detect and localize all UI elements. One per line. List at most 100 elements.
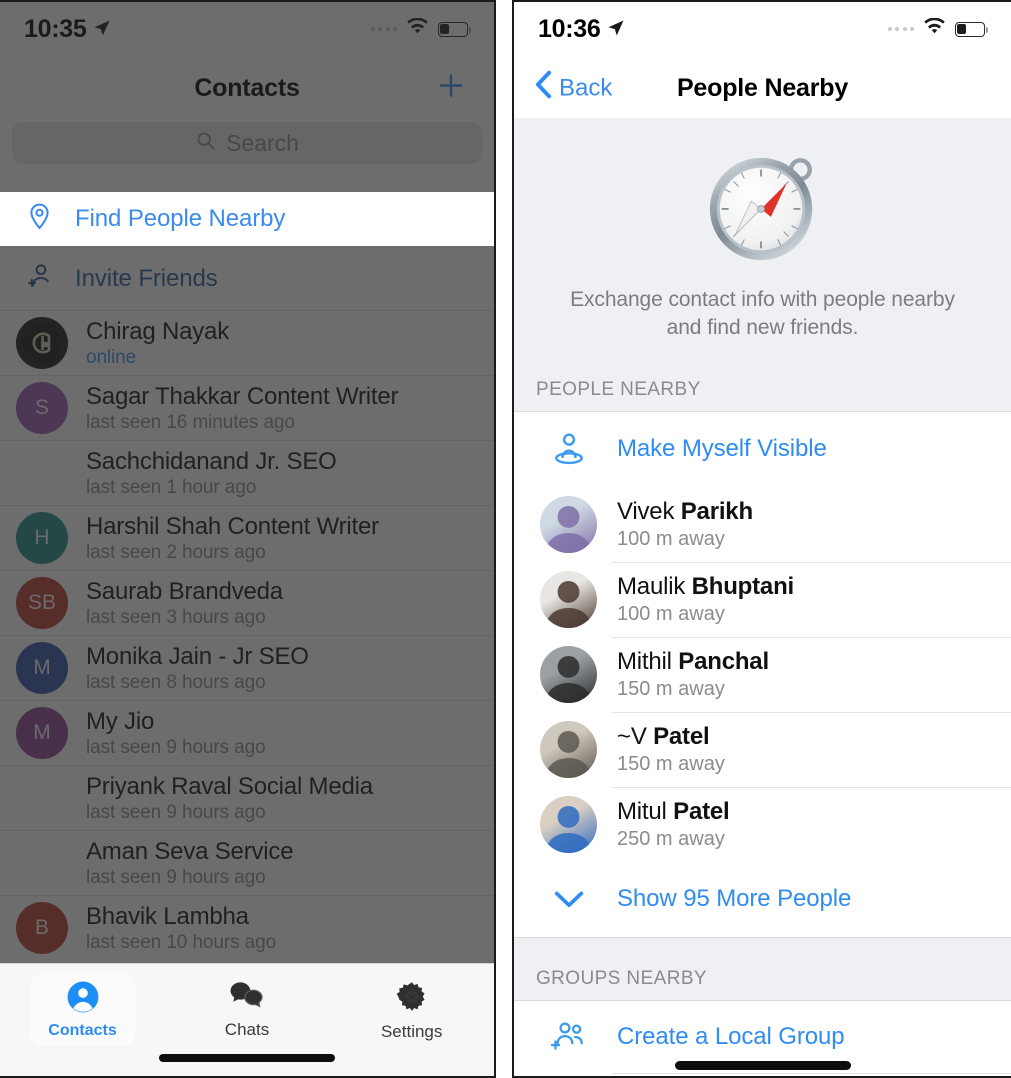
- show-more-people-row[interactable]: Show 95 More People: [514, 862, 1011, 937]
- tab-settings[interactable]: Settings: [329, 974, 494, 1042]
- hero-description-line1: Exchange contact info with people nearby: [570, 288, 955, 311]
- find-people-nearby-label: Find People Nearby: [75, 205, 286, 232]
- person-name: Maulik Bhuptani: [617, 573, 794, 601]
- location-arrow-icon: [93, 15, 111, 44]
- contact-name: Saurab Brandveda: [86, 577, 283, 605]
- contact-status: last seen 9 hours ago: [86, 736, 266, 758]
- contact-name: Sachchidanand Jr. SEO: [86, 447, 337, 475]
- contact-name: My Jio: [86, 707, 155, 735]
- person-texts: Mithil Panchal 150 m away: [617, 648, 769, 701]
- contacts-list: Chirag Nayak online S Sagar Thakkar Content…: [0, 310, 494, 960]
- person-row[interactable]: Mithil Panchal 150 m away: [514, 636, 1011, 712]
- avatar: SB: [16, 577, 68, 629]
- person-name: Mithil Panchal: [617, 648, 769, 676]
- contact-status: last seen 8 hours ago: [86, 671, 266, 693]
- contact-status: last seen 3 hours ago: [86, 606, 266, 628]
- person-row[interactable]: Maulik Bhuptani 100 m away: [514, 561, 1011, 637]
- contact-texts: Bhavik Lambha last seen 10 hours ago: [86, 903, 276, 954]
- person-last-name: Bhuptani: [691, 572, 795, 600]
- person-first-name: Maulik: [617, 572, 686, 600]
- person-avatar: [540, 495, 597, 553]
- group-row[interactable]: Put Me In Touch With Ahmedabad: [514, 1072, 1011, 1078]
- chevron-down-icon: [540, 888, 597, 910]
- signal-dots-icon: [370, 27, 397, 31]
- person-first-name: Vivek: [617, 497, 675, 525]
- screenshot-stage: 10:35 Contacts Search Find People Nearby…: [0, 0, 1011, 1078]
- right-status-bar: 10:36: [514, 0, 1011, 58]
- contact-name: Harshil Shah Content Writer: [86, 512, 379, 540]
- person-avatar: [540, 720, 597, 778]
- tab-contacts-highlight[interactable]: Contacts: [30, 973, 135, 1046]
- person-row[interactable]: Mitul Patel 250 m away: [514, 786, 1011, 862]
- show-more-people-label: Show 95 More People: [617, 885, 852, 913]
- contact-row[interactable]: M My Jio last seen 9 hours ago: [0, 700, 494, 765]
- person-first-name: ~V: [617, 722, 647, 750]
- person-last-name: Panchal: [678, 647, 769, 675]
- invite-friends-row[interactable]: Invite Friends: [0, 250, 494, 308]
- person-name: ~V Patel: [617, 723, 725, 751]
- make-myself-visible-row[interactable]: Make Myself Visible: [514, 412, 1011, 487]
- person-texts: ~V Patel 150 m away: [617, 723, 725, 776]
- person-first-name: Mitul: [617, 797, 667, 825]
- person-circle-icon-active: [65, 979, 101, 1020]
- location-arrow-icon: [607, 15, 625, 44]
- contact-texts: Saurab Brandveda last seen 3 hours ago: [86, 578, 283, 629]
- contact-row[interactable]: Priyank Raval Social Media last seen 9 ho…: [0, 765, 494, 830]
- avatar: M: [16, 707, 68, 759]
- contact-status: online: [86, 346, 137, 368]
- person-avatar: [540, 570, 597, 628]
- contact-row[interactable]: H Harshil Shah Content Writer last seen 2 …: [0, 505, 494, 570]
- status-time-group: 10:35: [24, 15, 111, 44]
- status-time: 10:35: [24, 14, 87, 43]
- battery-low-icon: [955, 21, 989, 37]
- home-indicator-left: [159, 1054, 335, 1062]
- search-area: Search: [0, 118, 494, 178]
- person-distance: 250 m away: [617, 827, 725, 850]
- avatar: H: [16, 512, 68, 564]
- contact-texts: Aman Seva Service last seen 9 hours ago: [86, 838, 294, 889]
- search-input[interactable]: Search: [12, 122, 482, 164]
- contact-row[interactable]: Aman Seva Service last seen 9 hours ago: [0, 830, 494, 895]
- map-pin-icon: [25, 202, 54, 236]
- person-row[interactable]: ~V Patel 150 m away: [514, 711, 1011, 787]
- back-label: Back: [559, 74, 613, 101]
- person-distance: 150 m away: [617, 752, 725, 775]
- contact-name: Sagar Thakkar Content Writer: [86, 382, 399, 410]
- person-last-name: Patel: [653, 722, 710, 750]
- contact-status: last seen 1 hour ago: [86, 476, 257, 498]
- contact-status: last seen 2 hours ago: [86, 541, 266, 563]
- group-add-icon: [540, 1020, 597, 1054]
- tab-contacts-active-label: Contacts: [48, 1022, 117, 1039]
- person-first-name: Mithil: [617, 647, 672, 675]
- page-title-right: People Nearby: [676, 73, 849, 102]
- contact-row[interactable]: M Monika Jain - Jr SEO last seen 8 hours a…: [0, 635, 494, 700]
- tab-chats[interactable]: Chats: [165, 974, 330, 1040]
- make-myself-visible-label: Make Myself Visible: [617, 435, 827, 463]
- right-nav-bar: Back People Nearby: [514, 58, 1011, 118]
- contact-name: Monika Jain - Jr SEO: [86, 642, 309, 670]
- groups-nearby-section-header: GROUPS NEARBY: [536, 967, 707, 989]
- person-distance: 150 m away: [617, 677, 725, 700]
- avatar: S: [16, 382, 68, 434]
- signal-dots-icon: [887, 27, 914, 31]
- contact-status: last seen 9 hours ago: [86, 801, 266, 823]
- avatar: [16, 317, 68, 369]
- person-pin-icon: [540, 431, 597, 467]
- contact-status: last seen 9 hours ago: [86, 866, 266, 888]
- contact-row[interactable]: Chirag Nayak online: [0, 310, 494, 375]
- find-people-nearby-row[interactable]: Find People Nearby: [0, 192, 494, 246]
- contact-row[interactable]: S Sagar Thakkar Content Writer last seen 1…: [0, 375, 494, 440]
- contact-row[interactable]: B Bhavik Lambha last seen 10 hours ago: [0, 895, 494, 960]
- contact-texts: My Jio last seen 9 hours ago: [86, 708, 266, 759]
- back-button[interactable]: Back: [534, 70, 612, 107]
- search-placeholder: Search: [226, 129, 299, 156]
- compass-icon: [704, 148, 822, 266]
- contact-row[interactable]: Sachchidanand Jr. SEO last seen 1 hour ag…: [0, 440, 494, 505]
- contact-texts: Sachchidanand Jr. SEO last seen 1 hour ag…: [86, 448, 337, 499]
- plus-icon[interactable]: [436, 71, 466, 106]
- wifi-icon: [406, 17, 429, 40]
- person-row[interactable]: Vivek Parikh 100 m away: [514, 487, 1011, 562]
- contact-row[interactable]: SB Saurab Brandveda last seen 3 hours ago: [0, 570, 494, 635]
- create-local-group-label: Create a Local Group: [617, 1022, 845, 1050]
- chat-bubbles-icon: [229, 980, 265, 1017]
